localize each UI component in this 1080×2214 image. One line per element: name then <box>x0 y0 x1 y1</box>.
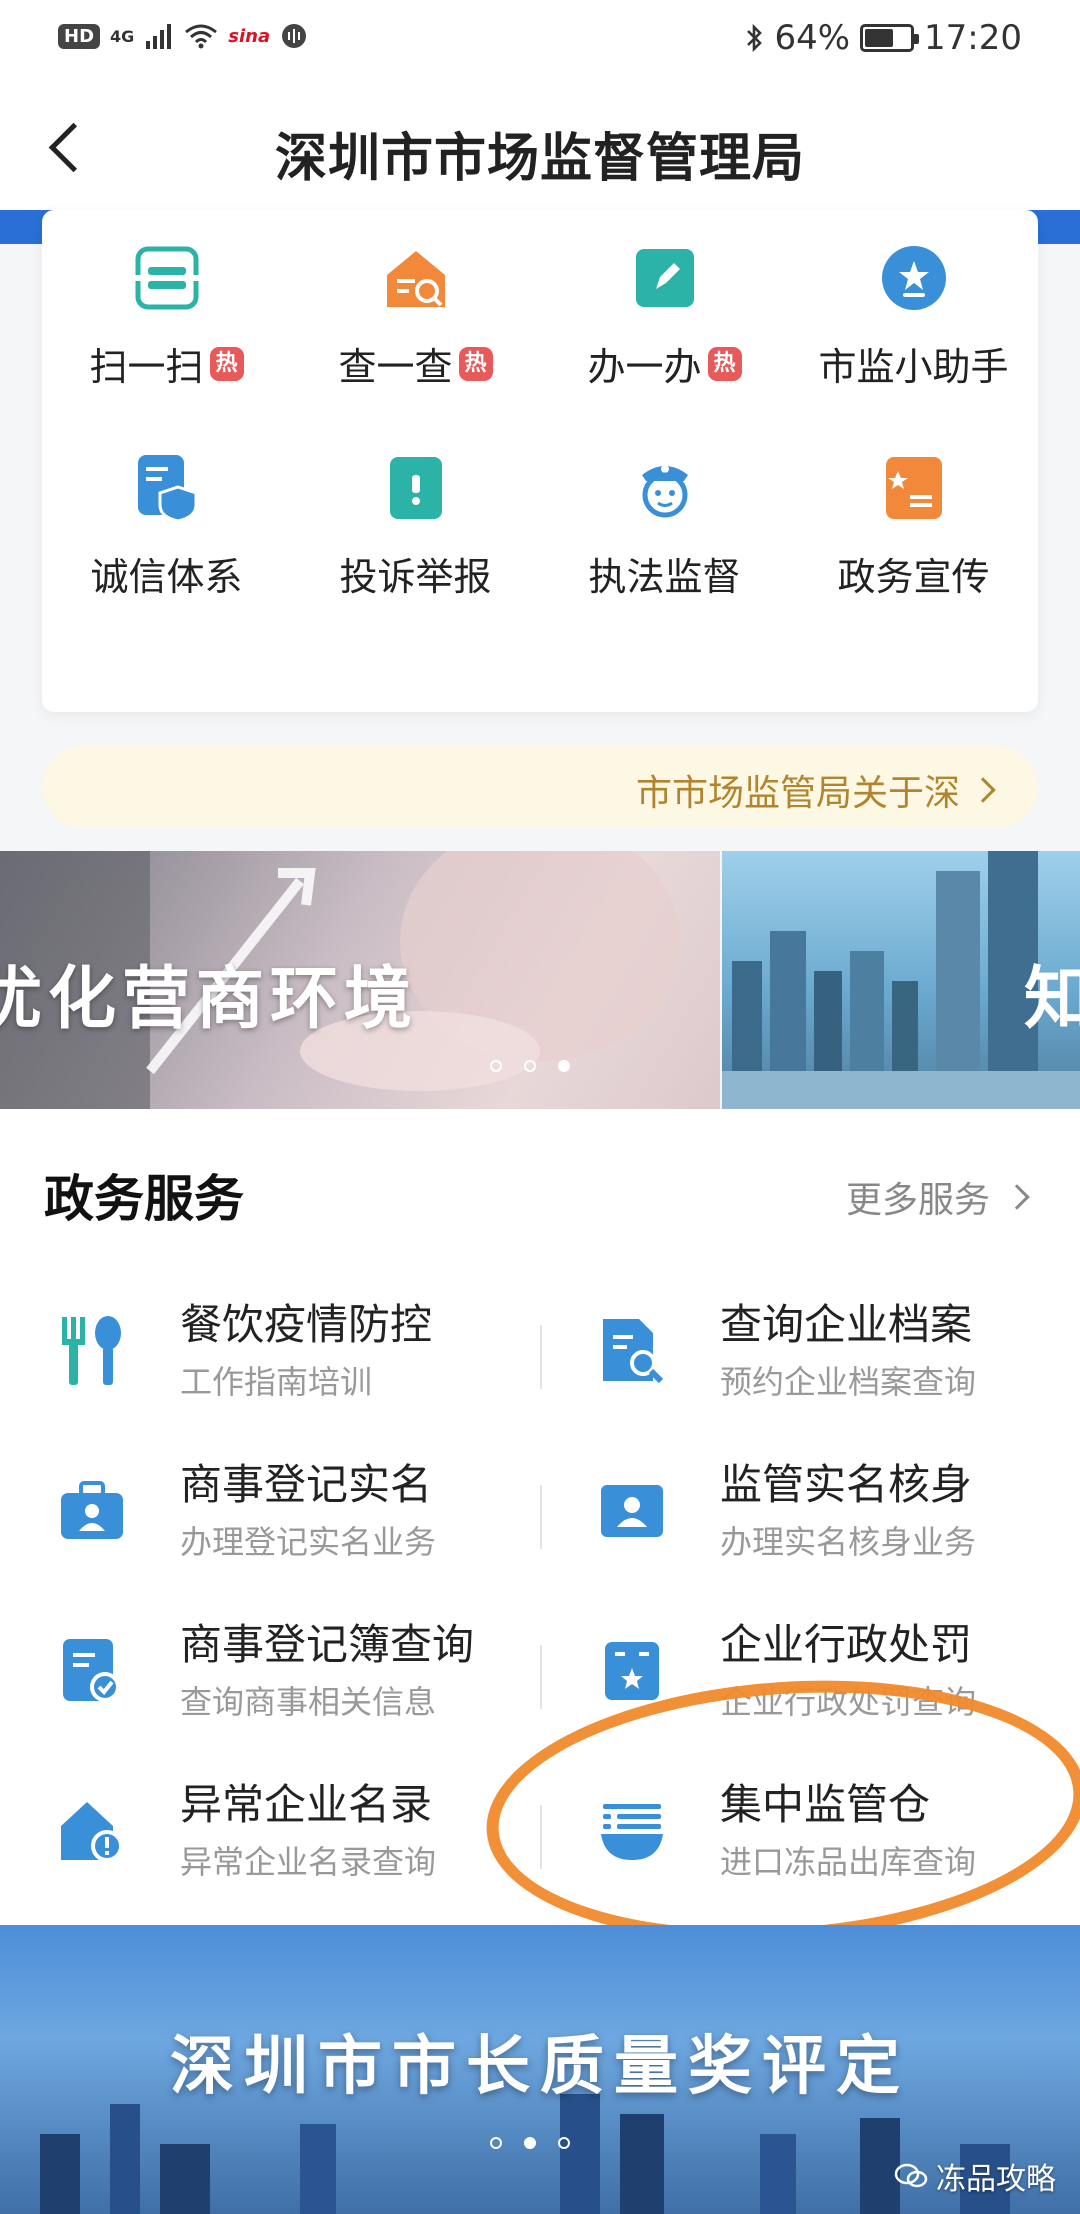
doc-search-icon <box>592 1311 672 1391</box>
id-briefcase-icon <box>52 1471 132 1551</box>
service-name: 餐饮疫情防控 <box>180 1300 433 1349</box>
banner-text: 知 <box>1024 960 1080 1039</box>
service-item[interactable]: 商事登记实名 办理登记实名业务 <box>52 1435 572 1595</box>
carousel-dot <box>558 2137 570 2149</box>
grid-item-scan[interactable]: 扫一扫热 <box>42 210 291 410</box>
fork-spoon-icon <box>52 1311 132 1391</box>
notice-bar[interactable]: 市市场监管局关于深 <box>42 746 1038 828</box>
service-name: 异常企业名录 <box>180 1780 433 1829</box>
grid-label: 执法监督 <box>588 555 741 599</box>
penalty-icon <box>592 1631 672 1711</box>
grid-label: 政务宣传 <box>837 555 990 599</box>
officer-icon <box>629 452 701 524</box>
column-divider <box>540 1485 542 1549</box>
grid-item-credit[interactable]: 诚信体系 <box>42 420 291 620</box>
banner-carousel[interactable]: 优化营商环境 知 <box>0 851 1080 1109</box>
grid-label: 办一办 <box>587 345 702 389</box>
quick-grid: 扫一扫热 查一查热 办一办热 市监小助手 诚信体系 投诉举报 执法监督 政务宣传 <box>42 210 1038 712</box>
report-icon <box>380 452 452 524</box>
service-subtitle: 办理实名核身业务 <box>720 1523 977 1561</box>
service-name: 企业行政处罚 <box>720 1620 973 1669</box>
wechat-icon <box>894 2163 928 2188</box>
service-subtitle: 查询商事相关信息 <box>180 1683 437 1721</box>
notice-text: 市市场监管局关于深 <box>635 773 960 814</box>
service-subtitle: 异常企业名录查询 <box>180 1843 437 1881</box>
service-item[interactable]: 查询企业档案 预约企业档案查询 <box>592 1275 1080 1435</box>
service-name: 查询企业档案 <box>720 1300 973 1349</box>
banner-text: 优化营商环境 <box>0 960 419 1039</box>
star-badge-icon <box>878 242 950 314</box>
hot-badge: 热 <box>458 346 493 381</box>
service-name: 监管实名核身 <box>720 1460 973 1509</box>
banner-text: 深圳市市长质量奖评定 <box>170 2030 910 2104</box>
grid-item-complaint[interactable]: 投诉举报 <box>291 420 540 620</box>
status-right: 64% 17:20 <box>744 18 1022 58</box>
bottom-banner[interactable]: 深圳市市长质量奖评定 冻品攻略 <box>0 1925 1080 2214</box>
grid-item-enforcement[interactable]: 执法监督 <box>540 420 789 620</box>
grid-item-check[interactable]: 查一查热 <box>291 210 540 410</box>
edit-icon <box>629 242 701 314</box>
doc-check-icon <box>52 1631 132 1711</box>
carousel-dot <box>490 1060 502 1072</box>
battery-percent: 64% <box>774 18 851 58</box>
column-divider <box>540 1645 542 1709</box>
carousel-dot-active <box>558 1060 570 1072</box>
grid-item-publicity[interactable]: 政务宣传 <box>789 420 1038 620</box>
service-item[interactable]: 监管实名核身 办理实名核身业务 <box>592 1435 1080 1595</box>
grid-label: 查一查 <box>338 345 453 389</box>
chevron-right-icon <box>1004 1184 1030 1210</box>
sina-icon: sina <box>228 25 271 47</box>
banner-slide-business: 优化营商环境 <box>0 851 720 1109</box>
grid-label: 扫一扫 <box>89 345 204 389</box>
column-divider <box>540 1325 542 1389</box>
watermark-text: 冻品攻略 <box>936 2162 1056 2197</box>
warning-house-icon <box>52 1791 132 1871</box>
promo-doc-icon <box>878 452 950 524</box>
section-title: 政务服务 <box>44 1170 244 1228</box>
carousel-dot <box>490 2137 502 2149</box>
service-subtitle: 办理登记实名业务 <box>180 1523 437 1561</box>
status-bar: HD 4G sina 64% 17:20 <box>0 0 1080 80</box>
id-card-icon <box>592 1471 672 1551</box>
hot-badge: 热 <box>707 346 742 381</box>
carousel-dot <box>524 1060 536 1072</box>
service-item[interactable]: 商事登记簿查询 查询商事相关信息 <box>52 1595 572 1755</box>
carousel-dots <box>490 1060 570 1072</box>
nav-bar: 深圳市市场监督管理局 <box>0 80 1080 210</box>
service-name: 商事登记实名 <box>180 1460 433 1509</box>
watermark: 冻品攻略 <box>894 2154 1056 2198</box>
more-services-label: 更多服务 <box>845 1180 990 1221</box>
grid-label: 投诉举报 <box>339 555 492 599</box>
bluetooth-icon <box>747 23 763 53</box>
battery-level <box>865 29 894 47</box>
service-subtitle: 工作指南培训 <box>180 1363 373 1401</box>
carousel-dot-active <box>524 2137 536 2149</box>
service-item[interactable]: 餐饮疫情防控 工作指南培训 <box>52 1275 572 1435</box>
network-badge: 4G <box>110 26 135 46</box>
wifi-icon <box>185 24 218 49</box>
more-services-link[interactable]: 更多服务 <box>845 1171 1030 1223</box>
service-subtitle: 预约企业档案查询 <box>720 1363 977 1401</box>
scan-icon <box>131 242 203 314</box>
signal-icon <box>146 24 172 49</box>
page-title: 深圳市市场监督管理局 <box>274 129 805 189</box>
grid-item-assistant[interactable]: 市监小助手 <box>789 210 1038 410</box>
chevron-right-icon <box>970 777 996 803</box>
sound-icon <box>282 24 307 48</box>
house-search-icon <box>380 242 452 314</box>
status-left: HD 4G sina <box>58 22 308 50</box>
banner-slide-city: 知 <box>722 851 1080 1109</box>
carousel-dots <box>490 2137 570 2149</box>
service-name: 商事登记簿查询 <box>180 1620 475 1669</box>
clock: 17:20 <box>924 18 1022 58</box>
grid-label: 诚信体系 <box>90 555 243 599</box>
hd-badge: HD <box>58 23 101 49</box>
battery-icon <box>860 24 920 52</box>
hot-badge: 热 <box>209 346 244 381</box>
grid-label: 市监小助手 <box>818 345 1009 389</box>
shield-doc-icon <box>131 452 203 524</box>
grid-item-handle[interactable]: 办一办热 <box>540 210 789 410</box>
